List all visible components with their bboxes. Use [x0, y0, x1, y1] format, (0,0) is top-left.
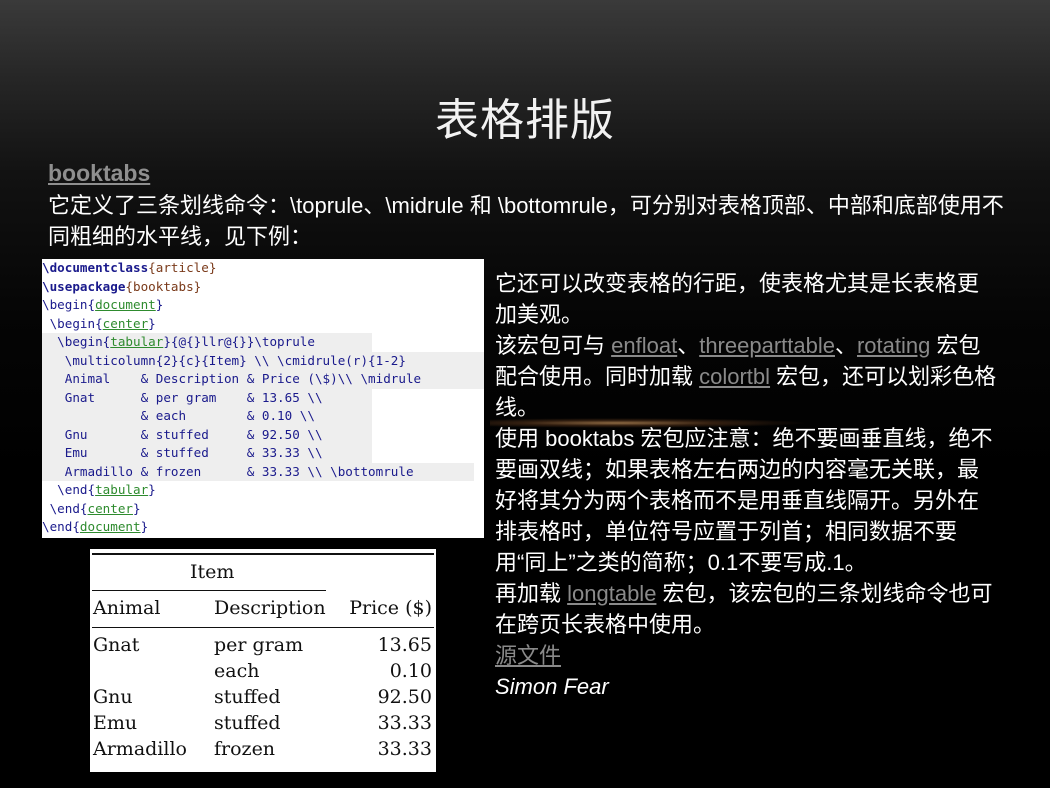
enfloat-link[interactable]: enfloat [611, 333, 677, 358]
code-token: tabular [95, 482, 149, 497]
table-cell: Armadillo [93, 738, 187, 760]
rotating-link[interactable]: rotating [857, 333, 930, 358]
intro-text: 它定义了三条划线命令：\toprule、\midrule 和 \bottomru… [48, 193, 1004, 249]
table-header: Description [214, 597, 326, 619]
code-token: \documentclass [42, 260, 149, 275]
paragraph-longtable: 再加载 longtable 宏包，该宏包的三条划线命令也可在跨页长表格中使用。 [495, 578, 1000, 640]
code-token: } [140, 519, 149, 534]
code-token: tabular [110, 334, 164, 349]
code-token: & each & 0.10 \\ [42, 408, 315, 423]
threeparttable-link[interactable]: threeparttable [699, 333, 835, 358]
code-token: \end{ [42, 519, 80, 534]
paragraph-notes: 使用 booktabs 宏包应注意：绝不要画垂直线，绝不要画双线；如果表格左右两… [495, 426, 993, 575]
table-group-header: Item [190, 561, 235, 583]
text-span: 再加载 [495, 581, 568, 606]
code-token: \end{ [42, 482, 96, 497]
table-cell: 0.10 [389, 660, 432, 682]
cmidrule [92, 590, 326, 591]
code-token: } [148, 482, 156, 497]
code-token: \begin{ [42, 334, 111, 349]
code-token: {booktabs} [125, 278, 202, 294]
code-token: Gnat & per gram & 13.65 \\ [42, 389, 323, 405]
code-token: } [148, 315, 156, 331]
table-cell: 33.33 [377, 712, 432, 734]
slide-title: 表格排版 [435, 95, 615, 146]
booktabs-link[interactable]: booktabs [48, 160, 150, 187]
code-token: document [95, 297, 156, 312]
code-token: center [102, 315, 149, 331]
code-token: \end{ [42, 500, 88, 516]
source-file-link[interactable]: 源文件 [495, 643, 561, 668]
table-cell: 13.65 [377, 634, 432, 656]
colortbl-link[interactable]: colortbl [699, 364, 770, 389]
table-cell: per gram [214, 634, 304, 656]
code-token: }{@{}llr@{}}\toprule [163, 334, 315, 349]
longtable-link[interactable]: longtable [567, 581, 656, 606]
source-paragraph: 源文件 [495, 640, 1000, 671]
table-cell: frozen [214, 738, 276, 760]
code-token: Armadillo & frozen & 33.33 \\ \bottomrul… [42, 463, 414, 479]
midrule [92, 627, 434, 628]
code-token: {article} [148, 260, 217, 275]
toprule [92, 553, 434, 555]
table-cell: Gnat [93, 634, 140, 656]
code-token: \usepackage [42, 278, 126, 294]
rendered-table-image: Item Animal Description Price ($) Gnat p… [90, 549, 436, 772]
table-header: Price ($) [349, 597, 432, 619]
table-cell: Gnu [93, 686, 133, 708]
table-cell: 92.50 [377, 686, 432, 708]
code-token: Emu & stuffed & 33.33 \\ [42, 445, 323, 460]
text-span: 、 [834, 333, 857, 358]
code-token: Animal & Description & Price (\$)\\ \mid… [42, 371, 422, 386]
right-column: 它还可以改变表格的行距，使表格尤其是长表格更加美观。 该宏包可与 enfloat… [495, 268, 1000, 702]
table-cell: stuffed [214, 712, 281, 734]
code-token: \multicolumn{2}{c}{Item} \\ \cmidrule(r)… [42, 352, 406, 368]
text-span: 该宏包可与 [495, 333, 612, 358]
paragraph-spacing: 它还可以改变表格的行距，使表格尤其是长表格更加美观。 [495, 271, 980, 327]
table-cell: 33.33 [377, 738, 432, 760]
code-token: center [87, 500, 134, 516]
table-cell: each [214, 660, 260, 682]
latex-code-image: \documentclass{article} \usepackage{book… [42, 259, 484, 538]
code-token: \begin{ [42, 297, 96, 312]
paragraph-compat: 该宏包可与 enfloat、threeparttable、rotating 宏包… [495, 330, 1000, 423]
table-cell: stuffed [214, 686, 281, 708]
code-token: Gnu & stuffed & 92.50 \\ [42, 426, 323, 442]
code-token: \begin{ [42, 315, 103, 331]
code-token: document [79, 519, 141, 534]
table-header: Animal [93, 597, 161, 619]
author-name: Simon Fear [495, 674, 609, 699]
text-span: 、 [677, 333, 700, 358]
table-cell: Emu [93, 712, 138, 734]
code-token: } [155, 297, 164, 312]
code-token: } [133, 500, 141, 516]
